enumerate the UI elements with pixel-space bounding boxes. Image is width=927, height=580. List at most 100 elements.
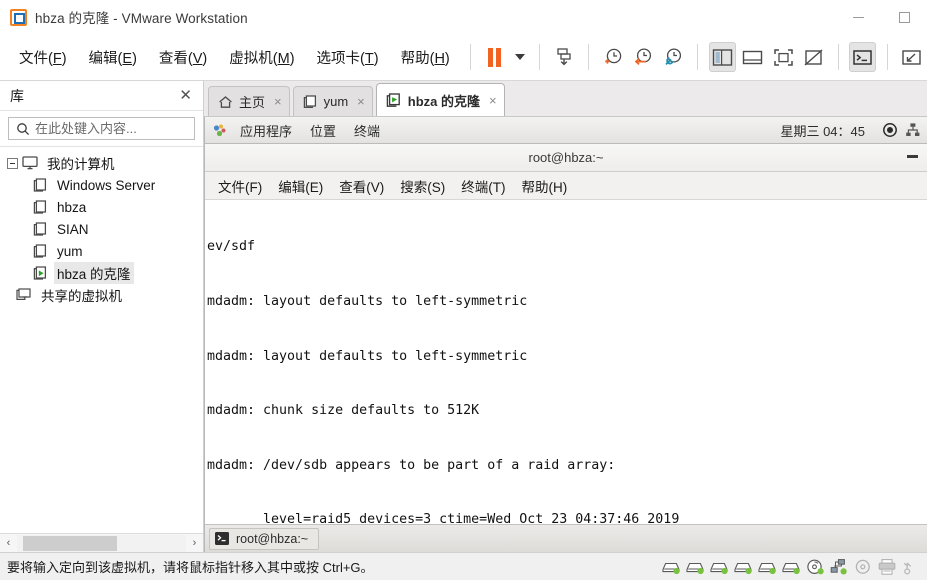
menu-vm[interactable]: 虚拟机(M) — [218, 43, 305, 72]
tab-strip: 主页 × yum × hbza 的克隆 × — [204, 81, 927, 117]
search-input[interactable] — [35, 121, 211, 136]
snapshot-manager-button[interactable] — [660, 42, 686, 72]
tree-item-my-computer[interactable]: 我的计算机 — [0, 152, 203, 174]
terminal-line: ev/sdf — [207, 239, 256, 255]
menu-view[interactable]: 查看(V) — [148, 43, 218, 72]
scroll-right-button[interactable]: › — [186, 535, 203, 552]
maximize-button[interactable] — [881, 0, 927, 34]
toolbar-separator — [587, 44, 589, 70]
tab-label: yum — [323, 94, 349, 109]
pause-dropdown-button[interactable] — [512, 42, 528, 72]
library-horizontal-scrollbar[interactable]: ‹ › — [0, 533, 203, 552]
unity-mode-button[interactable] — [800, 42, 826, 72]
tab-close-icon[interactable]: × — [274, 95, 282, 108]
panel-left-icon — [712, 48, 733, 66]
guest-menu-places[interactable]: 位置 — [301, 121, 345, 140]
vmware-workstation-window: hbza 的克隆 - VMware Workstation 文件(F) 编辑(E… — [0, 0, 927, 580]
tab-home[interactable]: 主页 × — [208, 86, 290, 116]
main-body: 库 ✕ 在此处键入内容... 我的计算机 Windows Server hbza… — [0, 81, 927, 552]
tree-item-label: 我的计算机 — [47, 157, 115, 172]
chevron-down-icon — [514, 54, 525, 60]
pause-vm-button[interactable] — [482, 42, 508, 72]
menu-file[interactable]: 文件(F) — [8, 43, 78, 72]
pause-icon — [488, 47, 502, 67]
tab-close-icon[interactable]: × — [489, 94, 497, 107]
guest-clock[interactable]: 星期三 04：45 — [780, 121, 865, 140]
menubar: 文件(F) 编辑(E) 查看(V) 虚拟机(M) 选项卡(T) 帮助(H) — [0, 34, 927, 81]
terminal-menubar: 文件(F) 编辑(E) 查看(V) 搜索(S) 终端(T) 帮助(H) — [205, 172, 927, 200]
terminal-icon — [214, 531, 230, 546]
hard-disk-5-icon[interactable] — [756, 556, 778, 578]
network-adapter-icon[interactable] — [828, 556, 850, 578]
collapse-expander-icon[interactable] — [7, 157, 18, 169]
fullscreen-button[interactable] — [770, 42, 796, 72]
send-ctrl-alt-del-button[interactable] — [551, 42, 577, 72]
record-indicator-icon[interactable] — [882, 122, 898, 138]
hard-disk-1-icon[interactable] — [660, 556, 682, 578]
vm-running-icon — [386, 92, 402, 108]
console-view-button[interactable] — [849, 42, 876, 72]
terminal-menu-view[interactable]: 查看(V) — [331, 174, 392, 198]
guest-taskbar: root@hbza:~ — [205, 524, 927, 552]
tree-item-hbza-clone[interactable]: hbza 的克隆 — [0, 262, 203, 284]
stretch-view-button[interactable] — [899, 42, 925, 72]
toolbar-separator — [886, 44, 888, 70]
tab-close-icon[interactable]: × — [357, 95, 365, 108]
menu-help[interactable]: 帮助(H) — [390, 43, 461, 72]
hard-disk-4-icon[interactable] — [732, 556, 754, 578]
hard-disk-3-icon[interactable] — [708, 556, 730, 578]
tab-hbza-clone[interactable]: hbza 的克隆 × — [375, 83, 505, 116]
terminal-menu-edit[interactable]: 编辑(E) — [270, 174, 331, 198]
toolbar-separator — [469, 44, 471, 70]
shared-vm-icon — [16, 288, 32, 302]
show-library-button[interactable] — [709, 42, 736, 72]
maximize-icon — [898, 11, 910, 23]
terminal-menu-search[interactable]: 搜索(S) — [392, 174, 453, 198]
guest-top-panel: 应用程序 位置 终端 星期三 04：45 — [205, 117, 927, 144]
scrollbar-track[interactable] — [17, 534, 186, 552]
terminal-menu-terminal[interactable]: 终端(T) — [453, 174, 513, 198]
vm-running-icon — [33, 266, 48, 280]
library-search[interactable] — [8, 117, 221, 140]
terminal-line: mdadm: layout defaults to left-symmetric — [207, 294, 528, 310]
tree-item-windows-server[interactable]: Windows Server — [0, 174, 203, 196]
vm-console[interactable]: 应用程序 位置 终端 星期三 04：45 root@hbza:~ 文件(F) 编… — [204, 117, 927, 552]
toolbar-separator — [837, 44, 839, 70]
tree-item-shared-vms[interactable]: 共享的虚拟机 — [0, 284, 203, 306]
show-thumbnail-bar-button[interactable] — [740, 42, 766, 72]
terminal-menu-help[interactable]: 帮助(H) — [514, 174, 576, 198]
take-snapshot-button[interactable] — [600, 42, 626, 72]
tree-item-label: yum — [57, 243, 83, 259]
terminal-line: mdadm: /dev/sdb appears to be part of a … — [207, 457, 616, 473]
right-pane: 主页 × yum × hbza 的克隆 × 应用程序 位置 终端 星期三 04：… — [204, 81, 927, 552]
tab-yum[interactable]: yum × — [292, 86, 373, 116]
unity-mode-icon — [804, 48, 823, 66]
terminal-menu-file[interactable]: 文件(F) — [210, 174, 270, 198]
menu-edit[interactable]: 编辑(E) — [78, 43, 148, 72]
guest-menu-terminal[interactable]: 终端 — [345, 121, 389, 140]
scroll-left-button[interactable]: ‹ — [0, 535, 17, 552]
gnome-foot-icon — [212, 123, 227, 138]
guest-menu-applications[interactable]: 应用程序 — [231, 121, 301, 140]
tree-item-label: hbza — [57, 199, 87, 215]
terminal-output[interactable]: ev/sdf mdadm: layout defaults to left-sy… — [205, 200, 927, 524]
vm-icon — [33, 200, 48, 214]
scrollbar-thumb[interactable] — [23, 535, 117, 551]
tree-item-yum[interactable]: yum — [0, 240, 203, 262]
close-icon[interactable]: ✕ — [176, 88, 195, 103]
tree-item-sian[interactable]: SIAN — [0, 218, 203, 240]
cd-dvd-icon[interactable] — [804, 556, 826, 578]
revert-snapshot-button[interactable] — [630, 42, 656, 72]
menu-tabs[interactable]: 选项卡(T) — [306, 43, 390, 72]
minimize-button[interactable] — [835, 0, 881, 34]
hard-disk-2-icon[interactable] — [684, 556, 706, 578]
tree-item-hbza[interactable]: hbza — [0, 196, 203, 218]
taskbar-window-button[interactable]: root@hbza:~ — [209, 527, 320, 550]
hard-disk-6-icon[interactable] — [780, 556, 802, 578]
minimize-icon[interactable] — [907, 155, 918, 158]
tab-label: hbza 的克隆 — [407, 93, 480, 109]
toolbar-separator — [538, 44, 540, 70]
taskbar-window-label: root@hbza:~ — [236, 531, 309, 546]
network-icon[interactable] — [905, 122, 921, 138]
window-controls — [835, 0, 927, 34]
